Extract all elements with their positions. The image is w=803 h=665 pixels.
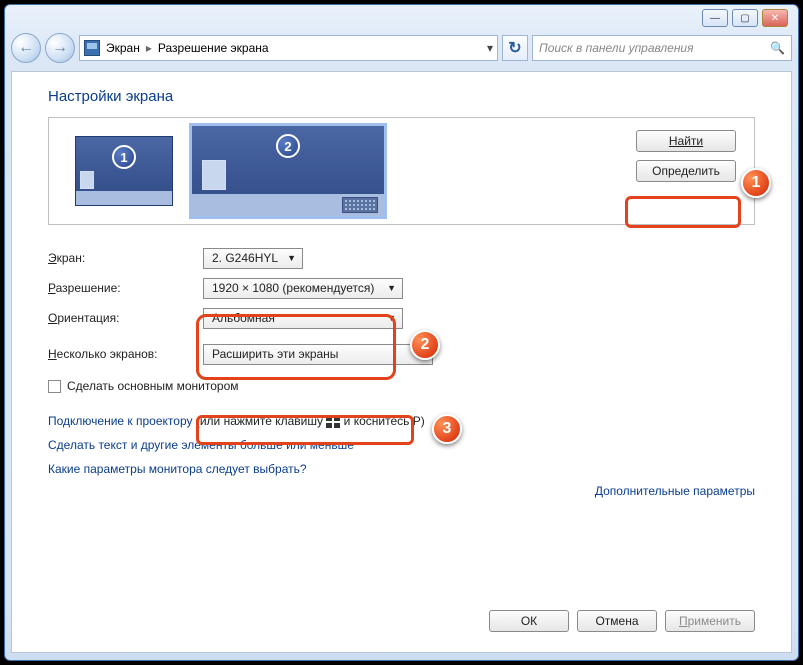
back-button[interactable]: ← (11, 33, 41, 63)
cancel-button[interactable]: Отмена (577, 610, 657, 632)
address-bar[interactable]: Экран ▸ Разрешение экрана ▾ (79, 35, 498, 61)
monitor-preview[interactable]: 1 2 Найти Определить (48, 117, 755, 225)
window: — ▢ ✕ ← → Экран ▸ Разрешение экрана ▾ ↻ … (4, 4, 799, 661)
breadcrumb-sep: ▸ (146, 41, 152, 55)
ok-button[interactable]: ОК (489, 610, 569, 632)
chevron-down-icon: ▼ (287, 253, 296, 263)
orientation-value: Альбомная (212, 311, 275, 325)
monitor-2-taskbar (192, 194, 384, 216)
chevron-down-icon: ▼ (387, 283, 396, 293)
monitor-2[interactable]: 2 (189, 123, 387, 219)
make-main-label: Сделать основным монитором (67, 379, 239, 393)
chevron-down-icon[interactable]: ▾ (487, 41, 493, 55)
projector-hint-b: и коснитесь P) (340, 414, 424, 428)
footer-buttons: ОК Отмена Применить (489, 610, 755, 632)
display-icon (84, 40, 100, 56)
monitor-2-wallpaper-icon (202, 160, 226, 190)
resolution-select[interactable]: 1920 × 1080 (рекомендуется) ▼ (203, 278, 403, 299)
textsize-link[interactable]: Сделать текст и другие элементы больше и… (48, 438, 354, 452)
identify-button[interactable]: Определить (636, 160, 736, 182)
monitor-2-badge: 2 (276, 134, 300, 158)
settings-form: Экран: 2. G246HYL ▼ Разрешение: 1920 × 1… (48, 243, 755, 369)
screen-select[interactable]: 2. G246HYL ▼ (203, 248, 303, 269)
make-main-checkbox[interactable] (48, 380, 61, 393)
search-icon[interactable]: 🔍 (770, 41, 785, 55)
which-monitor-link[interactable]: Какие параметры монитора следует выбрать… (48, 462, 307, 476)
chevron-down-icon: ▼ (387, 313, 396, 323)
help-links: Подключение к проектору (или нажмите кла… (48, 409, 755, 481)
screen-value: 2. G246HYL (212, 251, 278, 265)
multi-value: Расширить эти экраны (212, 347, 338, 361)
multi-select[interactable]: Расширить эти экраны ▼ (203, 344, 433, 365)
multi-label: Несколько экранов: (48, 347, 203, 361)
monitor-1-taskbar (76, 191, 172, 205)
search-placeholder: Поиск в панели управления (539, 41, 694, 55)
monitor-1-wallpaper-icon (80, 171, 94, 189)
breadcrumb-current[interactable]: Разрешение экрана (158, 41, 269, 55)
annotation-marker-3: 3 (432, 414, 462, 444)
window-controls: — ▢ ✕ (702, 9, 788, 27)
apply-button[interactable]: Применить (665, 610, 755, 632)
monitor-1-badge: 1 (112, 145, 136, 169)
annotation-marker-1: 1 (741, 168, 771, 198)
monitor-1[interactable]: 1 (75, 136, 173, 206)
resolution-label: Разрешение: (48, 281, 203, 295)
close-button[interactable]: ✕ (762, 9, 788, 27)
breadcrumb-root[interactable]: Экран (106, 41, 140, 55)
screen-label: Экран: (48, 251, 203, 265)
keyboard-icon (342, 197, 378, 213)
minimize-button[interactable]: — (702, 9, 728, 27)
projector-hint-a: (или нажмите клавишу (193, 414, 327, 428)
find-button[interactable]: Найти (636, 130, 736, 152)
advanced-link[interactable]: Дополнительные параметры (595, 484, 755, 498)
annotation-marker-2: 2 (410, 330, 440, 360)
forward-button[interactable]: → (45, 33, 75, 63)
search-input[interactable]: Поиск в панели управления 🔍 (532, 35, 792, 61)
refresh-button[interactable]: ↻ (502, 35, 528, 61)
page-title: Настройки экрана (48, 88, 755, 105)
windows-key-icon (326, 416, 340, 428)
nav-bar: ← → Экран ▸ Разрешение экрана ▾ ↻ Поиск … (11, 31, 792, 65)
projector-link[interactable]: Подключение к проектору (48, 414, 193, 428)
orientation-label: Ориентация: (48, 311, 203, 325)
orientation-select[interactable]: Альбомная ▼ (203, 308, 403, 329)
maximize-button[interactable]: ▢ (732, 9, 758, 27)
content: 1 2 3 Настройки экрана 1 2 Найти Определ… (11, 71, 792, 653)
resolution-value: 1920 × 1080 (рекомендуется) (212, 281, 374, 295)
